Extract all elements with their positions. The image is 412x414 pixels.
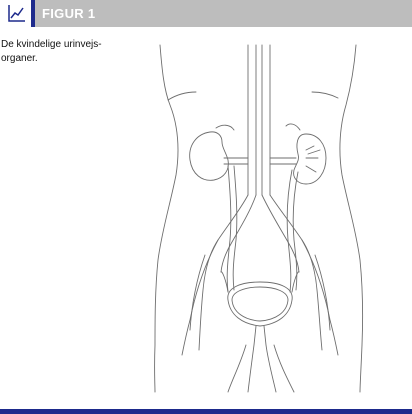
urinary-organs-illustration xyxy=(110,30,412,402)
iliac-vessels xyxy=(181,239,339,356)
great-vessels xyxy=(198,44,323,351)
bottom-accent-bar xyxy=(0,409,412,414)
figure-title: FIGUR 1 xyxy=(42,6,96,21)
figure-header: FIGUR 1 xyxy=(0,0,412,27)
bladder xyxy=(220,271,300,327)
urethra xyxy=(227,325,295,393)
caption-line-1: De kvindelige urinvejs- xyxy=(1,39,102,50)
header-icon-box xyxy=(0,0,31,27)
body-outline xyxy=(154,44,364,393)
header-divider xyxy=(31,0,35,27)
chart-line-icon xyxy=(8,5,25,22)
caption-line-2: organer. xyxy=(1,53,38,64)
figure-caption: De kvindelige urinvejs- organer. xyxy=(1,38,111,66)
